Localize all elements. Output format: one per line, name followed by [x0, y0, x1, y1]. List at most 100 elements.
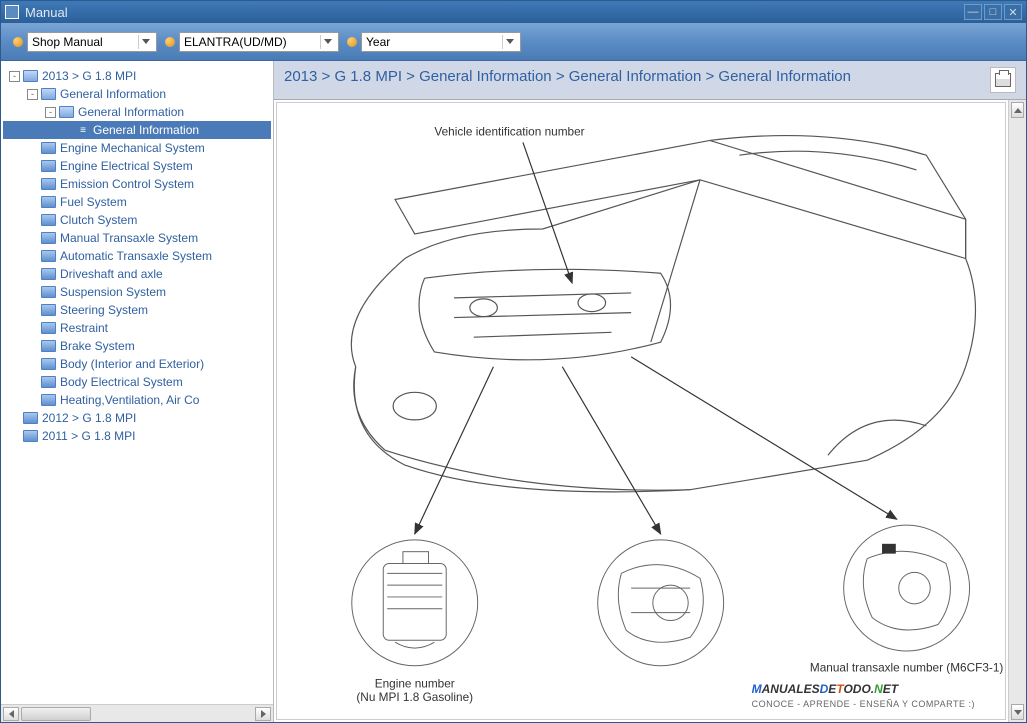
breadcrumb-bar: 2013 > G 1.8 MPI > General Information >…: [274, 61, 1026, 100]
arrow-left-icon: [9, 710, 14, 718]
toggle-spacer: [27, 233, 38, 244]
scroll-thumb[interactable]: [21, 707, 91, 721]
toggle-spacer: [27, 179, 38, 190]
bullet-icon: [347, 37, 357, 47]
folder-open-icon: [23, 70, 38, 82]
dropdown-year[interactable]: Year: [361, 32, 521, 52]
maximize-button[interactable]: □: [984, 4, 1002, 20]
tree-node-label: Steering System: [60, 303, 148, 317]
scroll-left-button[interactable]: [3, 707, 19, 721]
folder-icon: [41, 178, 56, 190]
tree-node[interactable]: - General Information: [3, 85, 271, 103]
tree-node-label: Body (Interior and Exterior): [60, 357, 204, 371]
tree-node[interactable]: Fuel System: [3, 193, 271, 211]
tree-node-label: Fuel System: [60, 195, 127, 209]
dropdown-shop-manual[interactable]: Shop Manual: [27, 32, 157, 52]
folder-icon: [41, 214, 56, 226]
tree-node-label: Engine Electrical System: [60, 159, 193, 173]
tree-node-label: 2011 > G 1.8 MPI: [42, 429, 136, 443]
vertical-scrollbar[interactable]: [1008, 100, 1026, 722]
tree-node-label: Clutch System: [60, 213, 137, 227]
engine-label-1: Engine number: [375, 676, 455, 690]
toggle-spacer: [27, 161, 38, 172]
folder-icon: [41, 250, 56, 262]
toggle-spacer: [9, 413, 20, 424]
tree-node[interactable]: Brake System: [3, 337, 271, 355]
folder-icon: [41, 160, 56, 172]
app-icon: [5, 5, 19, 19]
collapse-icon[interactable]: -: [9, 71, 20, 82]
window-title: Manual: [25, 5, 964, 20]
arrow-up-icon: [1014, 108, 1022, 113]
toggle-spacer: [27, 377, 38, 388]
tree-node-label: Restraint: [60, 321, 108, 335]
tree-node[interactable]: Driveshaft and axle: [3, 265, 271, 283]
vehicle-diagram: Vehicle identification number: [277, 103, 1005, 719]
tree-node[interactable]: Heating,Ventilation, Air Co: [3, 391, 271, 409]
scroll-track[interactable]: [1009, 118, 1026, 704]
tree-node[interactable]: Engine Mechanical System: [3, 139, 271, 157]
folder-icon: [41, 268, 56, 280]
horizontal-scrollbar[interactable]: [1, 704, 273, 722]
tree-node[interactable]: Body (Interior and Exterior): [3, 355, 271, 373]
tree-node[interactable]: Engine Electrical System: [3, 157, 271, 175]
tree-node-label: 2012 > G 1.8 MPI: [42, 411, 136, 425]
folder-icon: [41, 304, 56, 316]
toggle-spacer: [27, 323, 38, 334]
tree-node-label: Manual Transaxle System: [60, 231, 198, 245]
folder-icon: [41, 322, 56, 334]
arrow-right-icon: [261, 710, 266, 718]
collapse-icon[interactable]: -: [45, 107, 56, 118]
tree-node-label: Heating,Ventilation, Air Co: [60, 393, 199, 407]
dropdown-year: Year: [347, 32, 521, 52]
document-icon: ≡: [77, 124, 89, 136]
print-button[interactable]: [990, 67, 1016, 93]
chevron-down-icon: [138, 35, 152, 49]
dropdown-label: ELANTRA(UD/MD): [184, 35, 320, 49]
tree-node[interactable]: Suspension System: [3, 283, 271, 301]
engine-label-2: (Nu MPI 1.8 Gasoline): [356, 690, 473, 704]
tree-node-label: Emission Control System: [60, 177, 194, 191]
toggle-spacer: [27, 197, 38, 208]
tree-node[interactable]: Steering System: [3, 301, 271, 319]
dropdown-model: ELANTRA(UD/MD): [165, 32, 339, 52]
tree-node[interactable]: Clutch System: [3, 211, 271, 229]
tree-node[interactable]: Automatic Transaxle System: [3, 247, 271, 265]
tree-node[interactable]: Body Electrical System: [3, 373, 271, 391]
tree-node[interactable]: 2011 > G 1.8 MPI: [3, 427, 271, 445]
folder-icon: [41, 376, 56, 388]
collapse-icon[interactable]: -: [27, 89, 38, 100]
dropdown-vehicle[interactable]: ELANTRA(UD/MD): [179, 32, 339, 52]
nav-tree: -2013 > G 1.8 MPI-General Information-Ge…: [1, 61, 273, 704]
tree-node[interactable]: Restraint: [3, 319, 271, 337]
scroll-up-button[interactable]: [1011, 102, 1024, 118]
tree-node-label: Automatic Transaxle System: [60, 249, 212, 263]
printer-icon: [995, 73, 1011, 87]
tree-node-label: Body Electrical System: [60, 375, 183, 389]
toggle-spacer: [27, 305, 38, 316]
close-button[interactable]: ✕: [1004, 4, 1022, 20]
minimize-button[interactable]: —: [964, 4, 982, 20]
toggle-spacer: [27, 251, 38, 262]
toggle-spacer: [9, 431, 20, 442]
scroll-right-button[interactable]: [255, 707, 271, 721]
tree-node[interactable]: Emission Control System: [3, 175, 271, 193]
tree-node[interactable]: Manual Transaxle System: [3, 229, 271, 247]
dropdown-manual: Shop Manual: [13, 32, 157, 52]
content-pane: 2013 > G 1.8 MPI > General Information >…: [274, 61, 1026, 722]
scroll-down-button[interactable]: [1011, 704, 1024, 720]
tree-node-label: 2013 > G 1.8 MPI: [42, 69, 136, 83]
toggle-spacer: [27, 341, 38, 352]
tree-node[interactable]: -General Information: [3, 103, 271, 121]
tree-node[interactable]: - 2013 > G 1.8 MPI: [3, 67, 271, 85]
tree-node-label: General Information: [93, 123, 199, 137]
folder-icon: [41, 196, 56, 208]
scroll-track[interactable]: [21, 707, 253, 721]
tree-node-label: Engine Mechanical System: [60, 141, 205, 155]
tree-node[interactable]: ≡ General Information: [3, 121, 271, 139]
folder-icon: [41, 232, 56, 244]
tree-node[interactable]: 2012 > G 1.8 MPI: [3, 409, 271, 427]
bullet-icon: [13, 37, 23, 47]
tree-node-label: General Information: [60, 87, 166, 101]
breadcrumb: 2013 > G 1.8 MPI > General Information >…: [284, 67, 982, 87]
